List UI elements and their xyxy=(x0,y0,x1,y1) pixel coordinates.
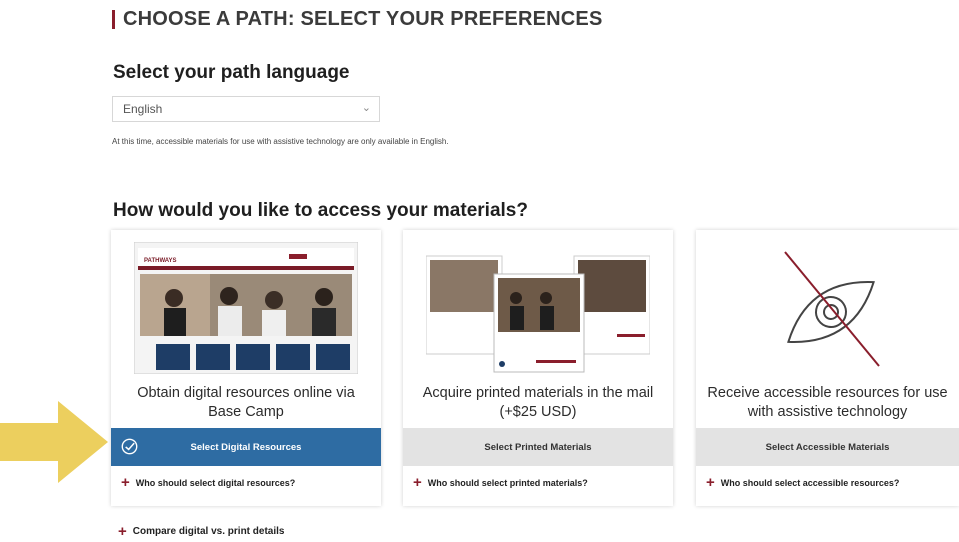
card-printed-description: Acquire printed materials in the mail (+… xyxy=(422,385,654,420)
page-title-text: CHOOSE A PATH: SELECT YOUR PREFERENCES xyxy=(123,8,603,30)
select-accessible-materials-button[interactable]: Select Accessible Materials xyxy=(696,428,959,466)
arrow-right-icon xyxy=(0,401,108,483)
compare-link-label: Compare digital vs. print details xyxy=(132,526,285,537)
compare-digital-print-link[interactable]: + Compare digital vs. print details xyxy=(118,522,285,540)
select-printed-materials-button[interactable]: Select Printed Materials xyxy=(403,428,673,466)
faq-accessible-label: Who should select accessible resources? xyxy=(720,478,900,488)
language-select[interactable]: English ⌄ xyxy=(112,96,380,122)
plus-icon: + xyxy=(121,474,130,491)
eye-slash-icon xyxy=(784,251,880,367)
plus-icon: + xyxy=(118,522,127,540)
title-accent-bar xyxy=(112,10,115,29)
chevron-down-icon: ⌄ xyxy=(361,102,371,114)
card-accessible-description: Receive accessible resources for use wit… xyxy=(707,385,948,420)
faq-accessible-resources[interactable]: + Who should select accessible resources… xyxy=(706,474,900,491)
language-select-value: English xyxy=(123,102,163,116)
card-accessible: Receive accessible resources for use wit… xyxy=(696,230,959,506)
select-accessible-materials-label: Select Accessible Materials xyxy=(765,441,890,453)
plus-icon: + xyxy=(413,474,422,491)
pathways-logo-text: PATHWAYS xyxy=(144,258,177,264)
select-digital-resources-button[interactable]: Select Digital Resources xyxy=(111,428,381,466)
select-digital-resources-label: Select Digital Resources xyxy=(190,441,302,453)
card-digital: PATHWAYS Obtain digital resources online… xyxy=(111,230,381,506)
check-circle-icon xyxy=(121,438,138,455)
language-heading: Select your path language xyxy=(113,62,350,83)
access-heading: How would you like to access your materi… xyxy=(113,200,528,221)
card-printed: Acquire printed materials in the mail (+… xyxy=(403,230,673,506)
select-printed-materials-label: Select Printed Materials xyxy=(484,441,592,453)
faq-printed-label: Who should select printed materials? xyxy=(427,478,588,488)
faq-digital-resources[interactable]: + Who should select digital resources? xyxy=(121,474,296,491)
page-title: CHOOSE A PATH: SELECT YOUR PREFERENCES xyxy=(112,8,603,31)
printed-materials-image xyxy=(426,255,650,373)
faq-digital-label: Who should select digital resources? xyxy=(135,478,296,488)
digital-resources-image: PATHWAYS xyxy=(134,242,358,374)
language-note: At this time, accessible materials for u… xyxy=(112,137,449,146)
card-digital-description: Obtain digital resources online via Base… xyxy=(137,385,355,420)
faq-printed-materials[interactable]: + Who should select printed materials? xyxy=(413,474,588,491)
plus-icon: + xyxy=(706,474,715,491)
